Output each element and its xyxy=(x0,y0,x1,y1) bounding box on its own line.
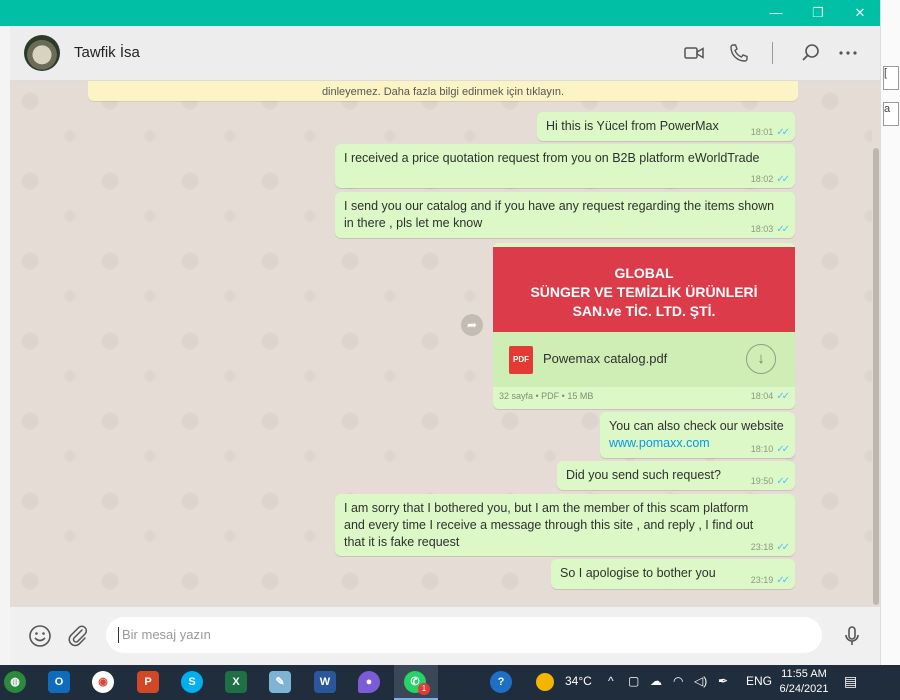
forward-icon[interactable]: ➦ xyxy=(461,314,483,336)
pen-icon[interactable]: ✒ xyxy=(718,674,728,688)
contact-avatar[interactable] xyxy=(24,35,60,71)
message-time: 19:50 xyxy=(750,476,774,486)
encryption-notice[interactable]: dinleyemez. Daha fazla bilgi edinmek içi… xyxy=(88,81,798,101)
outgoing-message[interactable]: I received a price quotation request fro… xyxy=(335,144,795,188)
read-ticks-icon: ✓✓ xyxy=(776,127,790,138)
message-input-placeholder: Bir mesaj yazın xyxy=(122,627,211,642)
cloud-icon[interactable]: ☁ xyxy=(650,674,662,688)
window-left-edge xyxy=(0,26,10,665)
outgoing-message[interactable]: You can also check our website www.pomax… xyxy=(600,412,795,458)
adjacent-window-strip: [ a xyxy=(880,0,900,665)
clock-date: 6/24/2021 xyxy=(779,683,829,695)
document-file-row[interactable]: PDF Powemax catalog.pdf ↓ xyxy=(493,332,795,387)
chat-scrollbar-thumb[interactable] xyxy=(873,148,879,605)
message-line: I send you our catalog and if you have a… xyxy=(344,199,775,213)
header-separator xyxy=(772,42,773,64)
maximize-button[interactable]: ❐ xyxy=(798,0,838,26)
taskbar-clock[interactable]: 11:55 AM 6/24/2021 xyxy=(776,667,832,697)
message-text: So I apologise to bother you xyxy=(560,566,716,580)
microphone-icon[interactable] xyxy=(840,624,864,648)
adjacent-window-tab[interactable]: [ xyxy=(883,66,899,90)
outgoing-message[interactable]: Did you send such request? 19:50 ✓✓ xyxy=(557,461,795,490)
outgoing-message[interactable]: I am sorry that I bothered you, but I am… xyxy=(335,494,795,556)
search-icon[interactable] xyxy=(800,42,822,64)
document-meta: 32 sayfa • PDF • 15 MB xyxy=(499,391,594,401)
read-ticks-icon: ✓✓ xyxy=(776,575,790,586)
message-line: that it is fake request xyxy=(344,535,460,549)
adjacent-window-tab[interactable]: a xyxy=(883,102,899,126)
message-text: Did you send such request? xyxy=(566,468,721,482)
video-call-icon[interactable] xyxy=(683,42,705,64)
skype-icon[interactable]: S xyxy=(181,671,203,693)
message-time: 18:03 xyxy=(750,224,774,234)
message-line: and every time I receive a message throu… xyxy=(344,518,754,532)
document-file-name: Powemax catalog.pdf xyxy=(543,351,668,366)
message-composer: Bir mesaj yazın xyxy=(10,607,880,665)
encryption-notice-text: dinleyemez. Daha fazla bilgi edinmek içi… xyxy=(321,86,565,98)
message-line: You can also check our website xyxy=(609,419,784,433)
message-time: 18:01 xyxy=(750,127,774,137)
message-text: Hi this is Yücel from PowerMax xyxy=(546,119,719,133)
message-time: 18:02 xyxy=(750,174,774,184)
whatsapp-unread-badge: 1 xyxy=(418,683,430,695)
read-ticks-icon: ✓✓ xyxy=(776,476,790,487)
weather-sun-icon[interactable] xyxy=(536,673,554,691)
message-time: 23:18 xyxy=(750,542,774,552)
clock-time: 11:55 AM xyxy=(781,668,827,680)
word-icon[interactable]: W xyxy=(314,671,336,693)
help-icon[interactable]: ? xyxy=(490,671,512,693)
message-line: I am sorry that I bothered you, but I am… xyxy=(344,501,749,515)
start-globe-icon[interactable]: ◍ xyxy=(4,671,26,693)
menu-icon[interactable] xyxy=(837,42,859,64)
notepad-icon[interactable]: ✎ xyxy=(269,671,291,693)
message-line: in there , pls let me know xyxy=(344,216,483,230)
outgoing-message[interactable]: So I apologise to bother you 23:19 ✓✓ xyxy=(551,559,795,589)
chrome-icon[interactable]: ◉ xyxy=(92,671,114,693)
windows-taskbar: ◍ O ◉ P S X ✎ W ● ✆ 1 ? 34°C ^ ▢ ☁ ◠ ◁) … xyxy=(0,665,900,700)
banner-line: SÜNGER VE TEMİZLİK ÜRÜNLERİ xyxy=(530,284,758,300)
outgoing-message[interactable]: I send you our catalog and if you have a… xyxy=(335,192,795,238)
notifications-icon[interactable]: ▤ xyxy=(844,673,857,690)
text-caret xyxy=(118,627,119,643)
emoji-icon[interactable] xyxy=(28,624,52,648)
language-indicator[interactable]: ENG xyxy=(746,674,772,688)
wifi-icon[interactable]: ◠ xyxy=(673,674,683,688)
outlook-icon[interactable]: O xyxy=(48,671,70,693)
minimize-button[interactable]: — xyxy=(756,0,796,26)
pdf-icon: PDF xyxy=(509,346,533,374)
powerpoint-icon[interactable]: P xyxy=(137,671,159,693)
document-message[interactable]: GLOBAL SÜNGER VE TEMİZLİK ÜRÜNLERİ SAN.v… xyxy=(493,243,795,409)
message-input[interactable]: Bir mesaj yazın xyxy=(106,617,822,653)
volume-icon[interactable]: ◁) xyxy=(694,674,707,688)
attach-icon[interactable] xyxy=(66,624,90,648)
message-time: 23:19 xyxy=(750,575,774,585)
message-text: I received a price quotation request fro… xyxy=(344,151,760,165)
outgoing-message[interactable]: Hi this is Yücel from PowerMax 18:01 ✓✓ xyxy=(537,112,795,141)
read-ticks-icon: ✓✓ xyxy=(776,391,790,402)
window-title-bar: — ❐ ✕ xyxy=(0,0,880,26)
chat-messages-area[interactable]: dinleyemez. Daha fazla bilgi edinmek içi… xyxy=(10,81,872,607)
contact-name[interactable]: Tawfik İsa xyxy=(74,44,140,61)
message-text: I am sorry that I bothered you, but I am… xyxy=(344,500,753,551)
document-preview-banner[interactable]: GLOBAL SÜNGER VE TEMİZLİK ÜRÜNLERİ SAN.v… xyxy=(493,247,795,332)
download-icon[interactable]: ↓ xyxy=(746,344,776,374)
message-time: 18:04 xyxy=(750,391,774,401)
tray-expand-icon[interactable]: ^ xyxy=(608,674,614,688)
excel-icon[interactable]: X xyxy=(225,671,247,693)
temperature[interactable]: 34°C xyxy=(565,674,592,688)
network-icon[interactable]: ▢ xyxy=(628,674,639,688)
message-text: I send you our catalog and if you have a… xyxy=(344,198,774,232)
close-button[interactable]: ✕ xyxy=(840,0,880,26)
chat-header: Tawfik İsa xyxy=(10,26,880,81)
paint-icon[interactable]: ● xyxy=(358,671,380,693)
read-ticks-icon: ✓✓ xyxy=(776,542,790,553)
read-ticks-icon: ✓✓ xyxy=(776,444,790,455)
banner-line: GLOBAL xyxy=(614,265,674,281)
read-ticks-icon: ✓✓ xyxy=(776,174,790,185)
read-ticks-icon: ✓✓ xyxy=(776,224,790,235)
message-time: 18:10 xyxy=(750,444,774,454)
banner-line: SAN.ve TİC. LTD. ŞTİ. xyxy=(572,303,716,319)
voice-call-icon[interactable] xyxy=(728,42,750,64)
